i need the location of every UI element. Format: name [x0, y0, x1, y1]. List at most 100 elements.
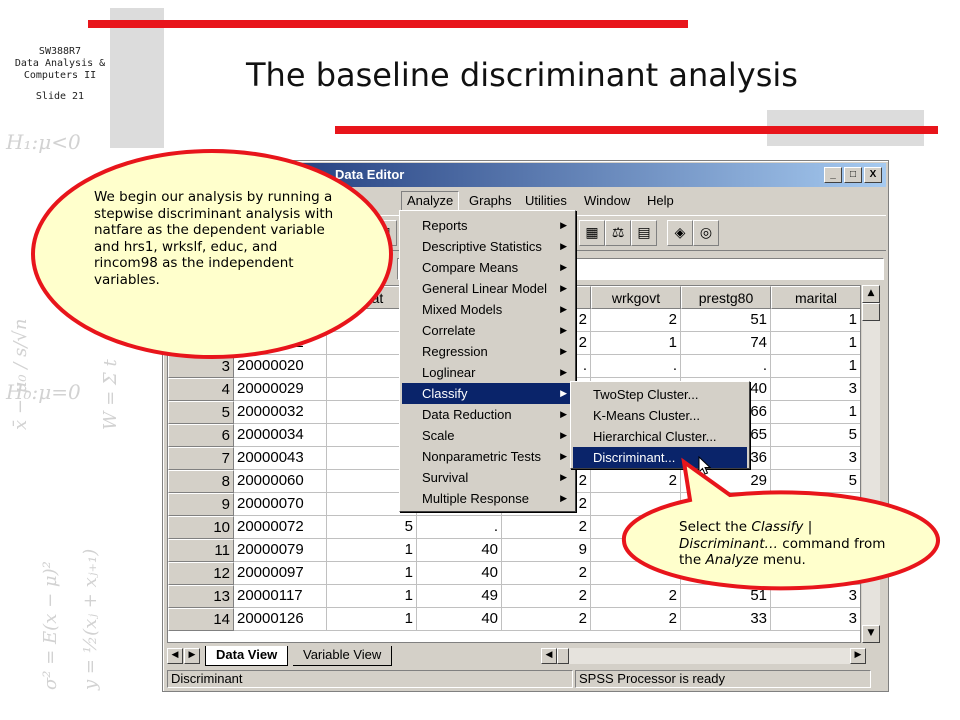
menu-item-mixed-models[interactable]: Mixed Models ▶	[402, 299, 573, 320]
table-cell[interactable]: 3	[771, 585, 860, 608]
weight-scale-icon[interactable]: ⚖	[605, 220, 631, 246]
menu-item-general-linear-model[interactable]: General Linear Model ▶	[402, 278, 573, 299]
menu-item-multiple-response[interactable]: Multiple Response ▶	[402, 488, 573, 509]
table-cell[interactable]: 2	[502, 585, 591, 608]
close-button[interactable]: X	[864, 167, 882, 183]
column-header-id[interactable]	[234, 286, 327, 309]
menu-item-reports[interactable]: Reports ▶	[402, 215, 573, 236]
submenu-item-k-means-cluster[interactable]: K-Means Cluster...	[573, 405, 747, 426]
table-cell-id[interactable]: 20000079	[234, 539, 327, 562]
table-cell[interactable]: 2	[502, 608, 591, 631]
scrollbar-thumb[interactable]	[862, 303, 880, 321]
table-cell[interactable]: 2	[591, 585, 681, 608]
table-cell[interactable]: 1	[327, 608, 417, 631]
table-cell-id[interactable]: 20000126	[234, 608, 327, 631]
row-header[interactable]: 6	[168, 424, 234, 447]
table-cell[interactable]: 5	[771, 470, 860, 493]
table-cell[interactable]: 1	[771, 332, 860, 355]
table-cell-id[interactable]: 20000032	[234, 401, 327, 424]
table-cell[interactable]	[771, 493, 860, 516]
table-cell[interactable]	[681, 493, 771, 516]
table-cell[interactable]: 2	[591, 309, 681, 332]
menu-window[interactable]: Window	[578, 191, 636, 211]
table-cell[interactable]	[591, 493, 681, 516]
table-cell-id[interactable]: 20000097	[234, 562, 327, 585]
table-cell-id[interactable]: 20000020	[234, 355, 327, 378]
table-cell-id[interactable]: 20000034	[234, 424, 327, 447]
table-cell[interactable]: 40	[417, 562, 502, 585]
menu-item-data-reduction[interactable]: Data Reduction ▶	[402, 404, 573, 425]
menu-item-classify[interactable]: Classify ▶	[402, 383, 573, 404]
maximize-button[interactable]: □	[844, 167, 862, 183]
table-cell-id[interactable]: 20000012	[234, 332, 327, 355]
menu-item-nonparametric-tests[interactable]: Nonparametric Tests ▶	[402, 446, 573, 467]
row-header[interactable]: 11	[168, 539, 234, 562]
tab-next-icon[interactable]: ▶	[184, 648, 200, 664]
row-header[interactable]: 7	[168, 447, 234, 470]
row-header[interactable]: 12	[168, 562, 234, 585]
row-header[interactable]: 8	[168, 470, 234, 493]
table-cell[interactable]: 3	[771, 378, 860, 401]
table-cell-id[interactable]: 20000072	[234, 516, 327, 539]
scroll-right-arrow-icon[interactable]: ▶	[850, 648, 866, 664]
menu-help[interactable]: Help	[641, 191, 680, 211]
tab-data-view[interactable]: Data View	[205, 646, 289, 666]
menu-graphs[interactable]: Graphs	[463, 191, 518, 211]
row-header[interactable]	[168, 332, 234, 355]
hscroll-thumb[interactable]	[557, 648, 569, 664]
menu-item-compare-means[interactable]: Compare Means ▶	[402, 257, 573, 278]
menu-analyze[interactable]: Analyze	[401, 191, 460, 211]
table-cell[interactable]	[591, 516, 681, 539]
table-cell[interactable]: 2	[502, 516, 591, 539]
table-cell[interactable]: 51	[681, 585, 771, 608]
submenu-item-twostep-cluster[interactable]: TwoStep Cluster...	[573, 384, 747, 405]
table-cell[interactable]	[591, 562, 681, 585]
table-cell-id[interactable]: 20000043	[234, 447, 327, 470]
menu-item-scale[interactable]: Scale ▶	[402, 425, 573, 446]
table-cell[interactable]: 29	[681, 470, 771, 493]
table-icon[interactable]: ▦	[579, 220, 605, 246]
tab-prev-icon[interactable]: ◀	[167, 648, 183, 664]
table-cell[interactable]: 3	[771, 608, 860, 631]
table-cell[interactable]: 51	[681, 309, 771, 332]
menu-utilities[interactable]: Utilities	[519, 191, 573, 211]
table-cell-id[interactable]	[234, 309, 327, 332]
table-cell[interactable]: 9	[502, 539, 591, 562]
row-header[interactable]: 14	[168, 608, 234, 631]
vertical-scrollbar[interactable]: ▲ ▼	[862, 285, 880, 643]
table-cell[interactable]	[591, 539, 681, 562]
table-cell[interactable]: 1	[327, 562, 417, 585]
use-sets-icon[interactable]: ◎	[693, 220, 719, 246]
table-cell[interactable]: .	[681, 355, 771, 378]
table-cell[interactable]: 1	[771, 401, 860, 424]
horizontal-scrollbar[interactable]: ◀ ▶	[541, 648, 866, 664]
table-cell-id[interactable]: 20000060	[234, 470, 327, 493]
row-header[interactable]	[168, 309, 234, 332]
table-cell[interactable]: 1	[591, 332, 681, 355]
row-header[interactable]: 9	[168, 493, 234, 516]
window-titlebar[interactable]: Data Editor _ □ X	[165, 163, 886, 187]
table-cell[interactable]: .	[417, 516, 502, 539]
row-header[interactable]: 13	[168, 585, 234, 608]
scroll-left-arrow-icon[interactable]: ◀	[541, 648, 557, 664]
row-header[interactable]: 5	[168, 401, 234, 424]
select-cases-icon[interactable]: ▤	[631, 220, 657, 246]
table-cell[interactable]: 1	[327, 539, 417, 562]
menu-item-survival[interactable]: Survival ▶	[402, 467, 573, 488]
table-cell[interactable]: 5	[771, 424, 860, 447]
table-cell-id[interactable]: 20000070	[234, 493, 327, 516]
table-cell[interactable]: 5	[327, 516, 417, 539]
menu-item-correlate[interactable]: Correlate ▶	[402, 320, 573, 341]
tab-variable-view[interactable]: Variable View	[293, 646, 393, 666]
column-header-marital[interactable]: marital	[771, 286, 860, 309]
menu-item-regression[interactable]: Regression ▶	[402, 341, 573, 362]
table-cell[interactable]: 33	[681, 608, 771, 631]
table-cell[interactable]: 2	[591, 608, 681, 631]
menu-item-loglinear[interactable]: Loglinear ▶	[402, 362, 573, 383]
table-cell[interactable]: 2	[591, 470, 681, 493]
scroll-up-arrow-icon[interactable]: ▲	[862, 285, 880, 303]
row-header[interactable]: 3	[168, 355, 234, 378]
value-labels-icon[interactable]: ◈	[667, 220, 693, 246]
column-header-prestg80[interactable]: prestg80	[681, 286, 771, 309]
row-header[interactable]: 4	[168, 378, 234, 401]
